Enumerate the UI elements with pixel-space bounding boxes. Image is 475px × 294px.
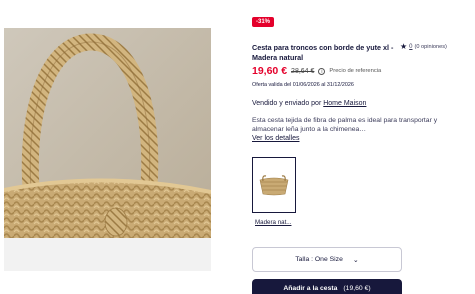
product-title: Cesta para troncos con borde de yute xl … [252, 43, 394, 62]
size-label: Talla : One Size [295, 256, 343, 263]
reference-price-label: Precio de referencia [329, 68, 382, 74]
current-price: 19,60 € [252, 65, 288, 77]
discount-badge: -31% [252, 17, 275, 27]
variant-label[interactable]: Madera nat... [255, 219, 291, 226]
star-icon: ★ [400, 42, 408, 51]
seller-line: Vendido y enviado por Home Maison [252, 100, 366, 107]
add-to-cart-label: Añadir a la cesta [283, 285, 338, 292]
chevron-down-icon: ⌄ [352, 256, 359, 264]
seller-link[interactable]: Home Maison [323, 100, 366, 107]
product-description: Esta cesta tejida de fibra de palma es i… [252, 117, 438, 133]
add-to-cart-price: (19,60 €) [343, 285, 371, 292]
product-image[interactable] [4, 0, 211, 271]
variant-thumbnail[interactable] [252, 157, 296, 213]
add-to-cart-button[interactable]: Añadir a la cesta (19,60 €) [252, 279, 402, 294]
rating-text: (0 opiniones) [414, 44, 447, 50]
rating[interactable]: ★ 0 (0 opiniones) [400, 43, 447, 51]
size-select[interactable]: Talla : One Size ⌄ [252, 247, 402, 272]
details-link[interactable]: Ver los detalles [252, 135, 299, 142]
seller-prefix: Vendido y enviado por [252, 100, 322, 107]
price-row: 19,60 € 28,64 € i Precio de referencia [252, 65, 381, 77]
info-icon[interactable]: i [318, 67, 326, 75]
offer-validity: Oferta valida del 01/06/2026 al 31/12/20… [252, 82, 354, 88]
old-price: 28,64 € [291, 67, 315, 75]
rating-count[interactable]: 0 [409, 44, 412, 50]
